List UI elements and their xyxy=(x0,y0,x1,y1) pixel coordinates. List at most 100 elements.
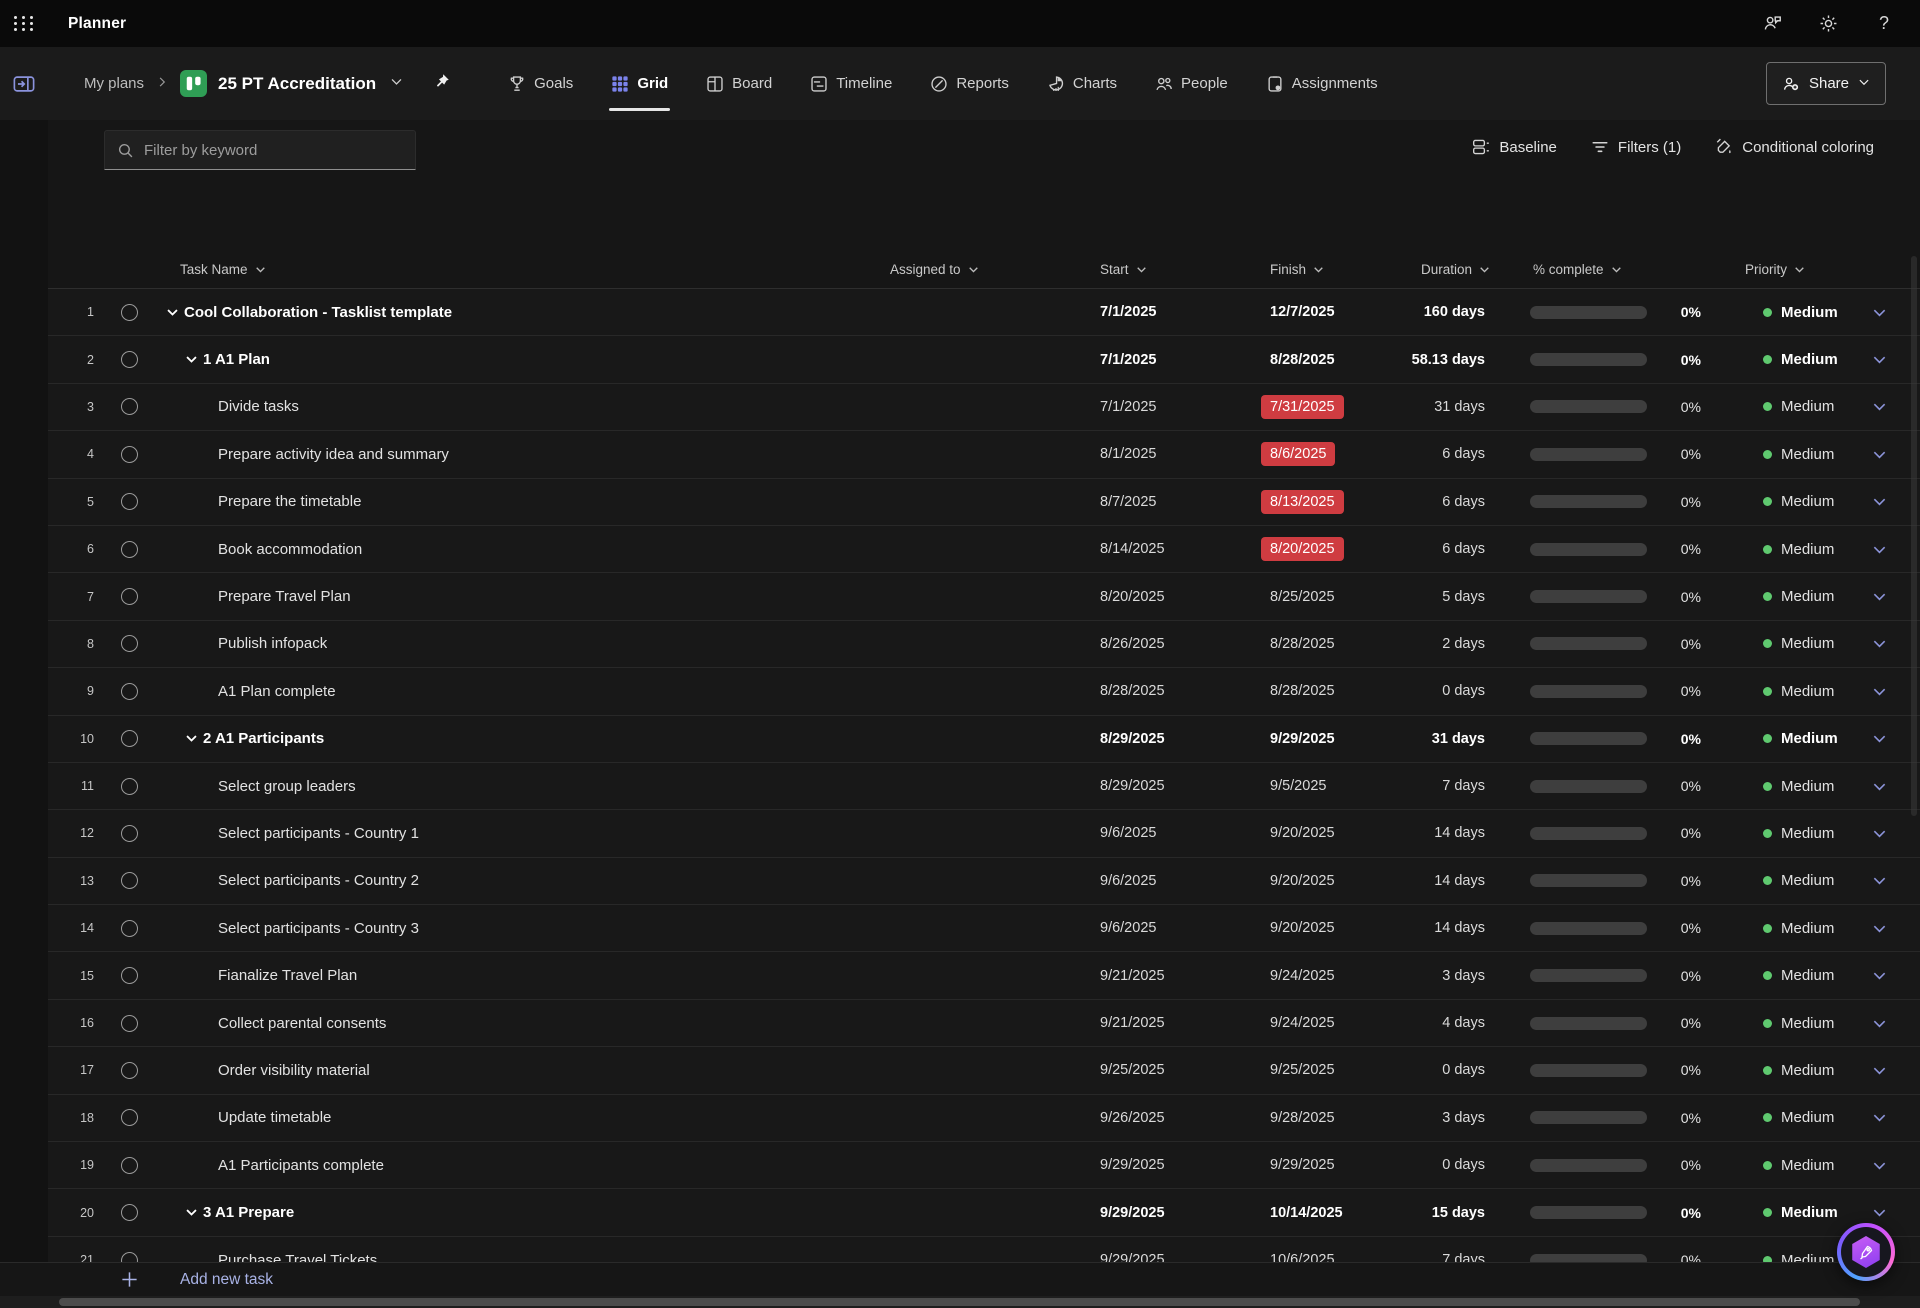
start-date[interactable]: 8/1/2025 xyxy=(1085,446,1255,462)
task-complete-circle[interactable] xyxy=(121,304,138,321)
row-dropdown-chevron-icon[interactable] xyxy=(1872,921,1887,936)
priority-label[interactable]: Medium xyxy=(1781,778,1834,795)
progress-bar[interactable] xyxy=(1530,1064,1647,1077)
start-date[interactable]: 8/7/2025 xyxy=(1085,494,1255,510)
progress-bar[interactable] xyxy=(1530,637,1647,650)
finish-date[interactable]: 8/28/2025 xyxy=(1270,636,1335,652)
table-row[interactable]: 5 Prepare the timetable 8/7/2025 8/13/20… xyxy=(0,479,1920,526)
progress-bar[interactable] xyxy=(1530,306,1647,319)
horizontal-scrollbar-thumb[interactable] xyxy=(59,1298,1860,1306)
progress-bar[interactable] xyxy=(1530,400,1647,413)
table-row[interactable]: 9 A1 Plan complete 8/28/2025 8/28/2025 0… xyxy=(0,668,1920,715)
progress-bar[interactable] xyxy=(1530,448,1647,461)
finish-date[interactable]: 9/20/2025 xyxy=(1270,825,1335,841)
finish-date[interactable]: 8/13/2025 xyxy=(1261,490,1344,514)
task-complete-circle[interactable] xyxy=(121,683,138,700)
finish-date[interactable]: 8/6/2025 xyxy=(1261,442,1335,466)
finish-date[interactable]: 10/14/2025 xyxy=(1270,1205,1343,1221)
table-row[interactable]: 21 Purchase Travel Tickets 9/29/2025 10/… xyxy=(0,1237,1920,1262)
row-dropdown-chevron-icon[interactable] xyxy=(1872,636,1887,651)
priority-label[interactable]: Medium xyxy=(1781,351,1838,368)
table-row[interactable]: 19 A1 Participants complete 9/29/2025 9/… xyxy=(0,1142,1920,1189)
table-row[interactable]: 15 Fianalize Travel Plan 9/21/2025 9/24/… xyxy=(0,952,1920,999)
task-complete-circle[interactable] xyxy=(121,1062,138,1079)
priority-label[interactable]: Medium xyxy=(1781,493,1834,510)
vertical-scrollbar-thumb[interactable] xyxy=(1911,256,1917,816)
duration-cell[interactable]: 6 days xyxy=(1400,446,1495,462)
duration-cell[interactable]: 0 days xyxy=(1400,1062,1495,1078)
finish-date[interactable]: 10/6/2025 xyxy=(1270,1252,1335,1262)
task-complete-circle[interactable] xyxy=(121,1015,138,1032)
duration-cell[interactable]: 5 days xyxy=(1400,589,1495,605)
duration-cell[interactable]: 14 days xyxy=(1400,825,1495,841)
task-complete-circle[interactable] xyxy=(121,1204,138,1221)
copilot-fab-button[interactable] xyxy=(1837,1223,1895,1281)
start-date[interactable]: 7/1/2025 xyxy=(1085,352,1255,368)
task-complete-circle[interactable] xyxy=(121,1252,138,1263)
finish-date[interactable]: 9/5/2025 xyxy=(1270,778,1326,794)
tab-reports[interactable]: Reports xyxy=(930,47,1009,120)
duration-cell[interactable]: 3 days xyxy=(1400,968,1495,984)
start-date[interactable]: 9/29/2025 xyxy=(1085,1157,1255,1173)
start-date[interactable]: 7/1/2025 xyxy=(1085,399,1255,415)
table-row[interactable]: 6 Book accommodation 8/14/2025 8/20/2025… xyxy=(0,526,1920,573)
share-button[interactable]: Share xyxy=(1766,62,1886,105)
add-new-task-button[interactable]: Add new task xyxy=(0,1262,1920,1296)
priority-label[interactable]: Medium xyxy=(1781,304,1838,321)
duration-cell[interactable]: 7 days xyxy=(1400,778,1495,794)
finish-date[interactable]: 9/25/2025 xyxy=(1270,1062,1335,1078)
row-dropdown-chevron-icon[interactable] xyxy=(1872,1016,1887,1031)
task-complete-circle[interactable] xyxy=(121,588,138,605)
tab-timeline[interactable]: Timeline xyxy=(810,47,892,120)
finish-date[interactable]: 9/29/2025 xyxy=(1270,1157,1335,1173)
row-dropdown-chevron-icon[interactable] xyxy=(1872,1063,1887,1078)
task-name[interactable]: Publish infopack xyxy=(218,635,327,652)
finish-date[interactable]: 8/28/2025 xyxy=(1270,352,1335,368)
progress-bar[interactable] xyxy=(1530,922,1647,935)
table-row[interactable]: 10 2 A1 Participants 8/29/2025 9/29/2025… xyxy=(0,716,1920,763)
progress-bar[interactable] xyxy=(1530,1206,1647,1219)
priority-label[interactable]: Medium xyxy=(1781,920,1834,937)
tab-people[interactable]: People xyxy=(1155,47,1228,120)
task-name[interactable]: Divide tasks xyxy=(218,398,299,415)
priority-label[interactable]: Medium xyxy=(1781,635,1834,652)
priority-label[interactable]: Medium xyxy=(1781,730,1838,747)
tab-charts[interactable]: Charts xyxy=(1047,47,1117,120)
table-row[interactable]: 13 Select participants - Country 2 9/6/2… xyxy=(0,858,1920,905)
tab-assignments[interactable]: Assignments xyxy=(1266,47,1378,120)
table-row[interactable]: 8 Publish infopack 8/26/2025 8/28/2025 2… xyxy=(0,621,1920,668)
table-row[interactable]: 16 Collect parental consents 9/21/2025 9… xyxy=(0,1000,1920,1047)
priority-label[interactable]: Medium xyxy=(1781,446,1834,463)
progress-bar[interactable] xyxy=(1530,732,1647,745)
row-dropdown-chevron-icon[interactable] xyxy=(1872,542,1887,557)
row-dropdown-chevron-icon[interactable] xyxy=(1872,447,1887,462)
task-complete-circle[interactable] xyxy=(121,493,138,510)
task-name[interactable]: Prepare activity idea and summary xyxy=(218,446,449,463)
task-complete-circle[interactable] xyxy=(121,446,138,463)
priority-label[interactable]: Medium xyxy=(1781,825,1834,842)
collapse-chevron-icon[interactable] xyxy=(166,306,179,319)
finish-date[interactable]: 9/29/2025 xyxy=(1270,731,1335,747)
duration-cell[interactable]: 0 days xyxy=(1400,683,1495,699)
task-complete-circle[interactable] xyxy=(121,920,138,937)
priority-label[interactable]: Medium xyxy=(1781,1015,1834,1032)
table-row[interactable]: 2 1 A1 Plan 7/1/2025 8/28/2025 58.13 day… xyxy=(0,336,1920,383)
task-name[interactable]: Cool Collaboration - Tasklist template xyxy=(184,304,452,321)
progress-bar[interactable] xyxy=(1530,1111,1647,1124)
table-row[interactable]: 4 Prepare activity idea and summary 8/1/… xyxy=(0,431,1920,478)
duration-cell[interactable]: 14 days xyxy=(1400,873,1495,889)
row-dropdown-chevron-icon[interactable] xyxy=(1872,1205,1887,1220)
task-name[interactable]: Purchase Travel Tickets xyxy=(218,1252,377,1263)
progress-bar[interactable] xyxy=(1530,590,1647,603)
task-name[interactable]: A1 Plan complete xyxy=(218,683,336,700)
start-date[interactable]: 9/21/2025 xyxy=(1085,968,1255,984)
tab-board[interactable]: Board xyxy=(706,47,772,120)
duration-cell[interactable]: 0 days xyxy=(1400,1157,1495,1173)
start-date[interactable]: 9/21/2025 xyxy=(1085,1015,1255,1031)
table-row[interactable]: 17 Order visibility material 9/25/2025 9… xyxy=(0,1047,1920,1094)
priority-label[interactable]: Medium xyxy=(1781,1204,1838,1221)
duration-cell[interactable]: 160 days xyxy=(1400,304,1495,320)
priority-label[interactable]: Medium xyxy=(1781,541,1834,558)
priority-label[interactable]: Medium xyxy=(1781,1062,1834,1079)
tab-goals[interactable]: Goals xyxy=(508,47,573,120)
